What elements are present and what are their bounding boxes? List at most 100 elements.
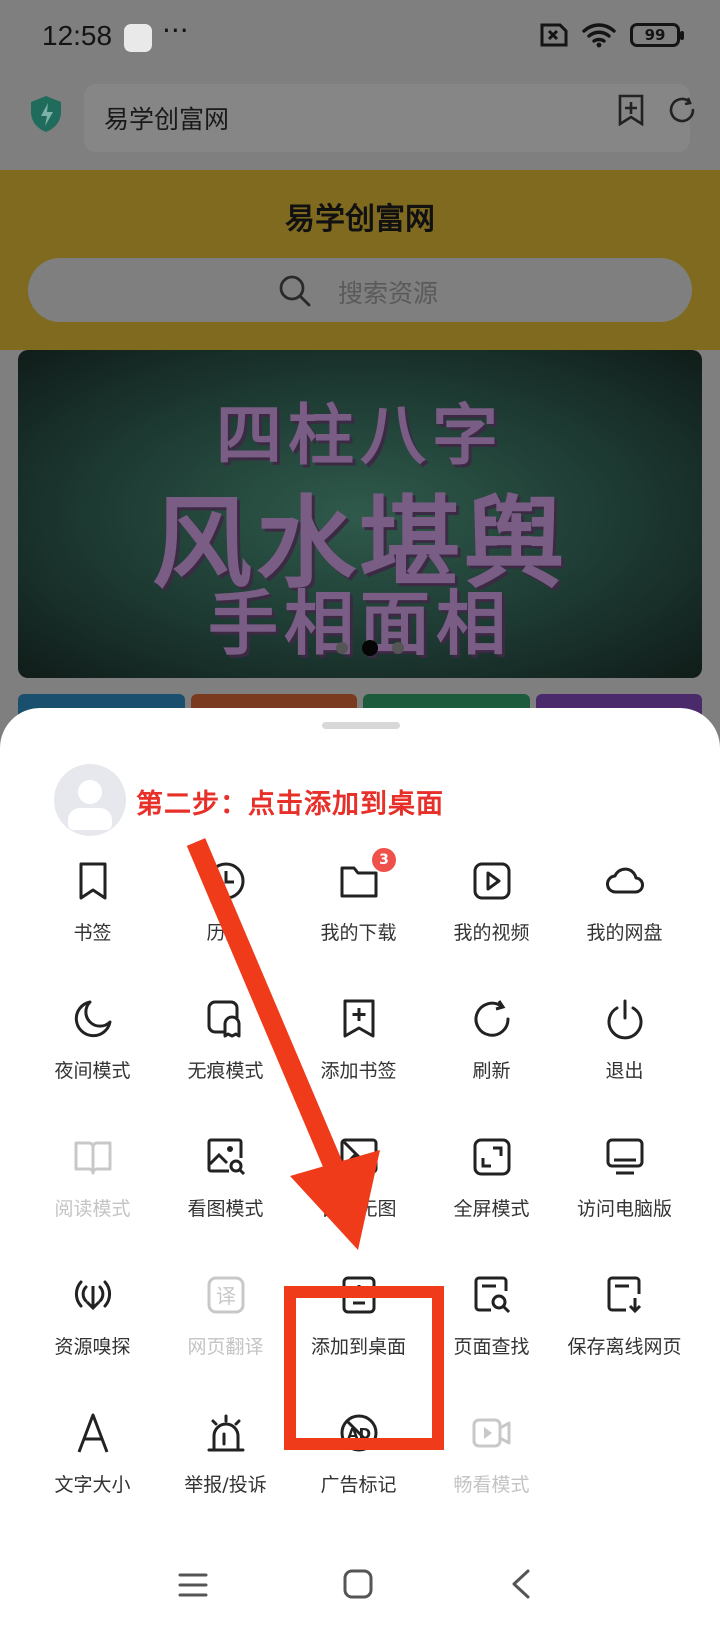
menu-item-my-videos[interactable]: 我的视频 xyxy=(425,856,558,966)
sheet-handle[interactable] xyxy=(322,722,400,729)
history-icon xyxy=(205,860,247,902)
menu-item-image-mode[interactable]: 看图模式 xyxy=(159,1132,292,1242)
cloud-icon xyxy=(604,860,646,902)
status-time: 12:58 xyxy=(42,20,113,51)
menu-item-exit[interactable]: 退出 xyxy=(558,994,691,1104)
menu-item-label: 资源嗅探 xyxy=(54,1336,131,1358)
bookmark-icon xyxy=(72,860,114,902)
status-bar: 12:58 ··· 99 xyxy=(0,0,720,78)
menu-item-label: 阅读模式 xyxy=(54,1198,131,1220)
battery-indicator: 99 xyxy=(630,23,684,47)
menu-item-night-mode[interactable]: 夜间模式 xyxy=(26,994,159,1104)
menu-item-save-offline[interactable]: 保存离线网页 xyxy=(558,1270,691,1380)
menu-item-label: 退出 xyxy=(605,1060,644,1082)
menu-item-label: 我的视频 xyxy=(453,922,530,944)
menu-item-label: 历史 xyxy=(206,922,245,944)
carousel-dot xyxy=(392,642,404,654)
back-icon[interactable] xyxy=(506,1568,538,1600)
download-count-badge: 3 xyxy=(372,848,396,872)
menu-item-cloud-drive[interactable]: 我的网盘 xyxy=(558,856,691,966)
menu-item-label: 刷新 xyxy=(472,1060,511,1082)
menu-item-bookmarks[interactable]: 书签 xyxy=(26,856,159,966)
refresh-icon[interactable] xyxy=(666,94,698,126)
menu-item-label: 文字大小 xyxy=(54,1474,131,1496)
carousel-dot-active xyxy=(362,640,378,656)
menu-item-no-image[interactable]: 智能无图 xyxy=(292,1132,425,1242)
menu-item-label: 书签 xyxy=(73,922,112,944)
bookmark-add-icon[interactable] xyxy=(616,94,646,126)
menu-item-desktop-version[interactable]: 访问电脑版 xyxy=(558,1132,691,1242)
menu-item-add-bookmark[interactable]: 添加书签 xyxy=(292,994,425,1104)
menu-item-downloads[interactable]: 3 我的下载 xyxy=(292,848,425,966)
instruction-text: 第二步：点击添加到桌面 xyxy=(136,789,444,820)
moon-icon xyxy=(72,998,114,1040)
menu-icon[interactable] xyxy=(178,1570,208,1600)
url-field[interactable]: 易学创富网 xyxy=(84,84,690,152)
system-nav-bar xyxy=(0,1548,720,1640)
translate-icon: 译 xyxy=(205,1274,247,1316)
banner-carousel[interactable]: 四柱八字 风水堪舆 手相面相 xyxy=(18,350,702,678)
app-notification-icon xyxy=(124,24,152,52)
menu-item-label: 全屏模式 xyxy=(453,1198,530,1220)
menu-item-label: 夜间模式 xyxy=(54,1060,131,1082)
menu-item-label: 页面查找 xyxy=(453,1336,530,1358)
site-header: 易学创富网 搜索资源 xyxy=(0,170,720,350)
annotation-highlight-box xyxy=(284,1286,444,1450)
menu-row: 阅读模式 看图模式 智能无图 全屏模式 访问电脑版 xyxy=(0,1132,720,1242)
menu-item-label: 无痕模式 xyxy=(187,1060,264,1082)
sniff-icon xyxy=(72,1274,114,1316)
smooth-video-icon xyxy=(471,1412,513,1454)
menu-item-label: 我的网盘 xyxy=(586,922,663,944)
menu-item-history[interactable]: 历史 xyxy=(159,856,292,966)
menu-item-incognito[interactable]: 无痕模式 xyxy=(159,994,292,1104)
menu-item-fullscreen[interactable]: 全屏模式 xyxy=(425,1132,558,1242)
carousel-dot xyxy=(336,642,348,654)
home-icon[interactable] xyxy=(342,1568,374,1600)
monitor-icon xyxy=(604,1136,646,1178)
menu-item-label: 广告标记 xyxy=(320,1474,397,1496)
menu-row: 夜间模式 无痕模式 添加书签 刷新 退出 xyxy=(0,994,720,1104)
video-icon xyxy=(471,860,513,902)
menu-item-label: 我的下载 xyxy=(320,922,397,944)
alarm-icon xyxy=(205,1412,247,1454)
menu-item-label: 访问电脑版 xyxy=(576,1198,672,1220)
avatar[interactable] xyxy=(54,764,126,836)
status-more: ··· xyxy=(162,14,189,47)
menu-item-reader-mode[interactable]: 阅读模式 xyxy=(26,1132,159,1242)
address-bar: 易学创富网 xyxy=(0,78,720,170)
site-title: 易学创富网 xyxy=(285,202,435,237)
power-icon xyxy=(604,998,646,1040)
book-icon xyxy=(72,1136,114,1178)
menu-item-refresh[interactable]: 刷新 xyxy=(425,994,558,1104)
menu-item-find-in-page[interactable]: 页面查找 xyxy=(425,1270,558,1380)
menu-item-resource-sniff[interactable]: 资源嗅探 xyxy=(26,1270,159,1380)
save-offline-icon xyxy=(604,1274,646,1316)
sim-off-icon xyxy=(540,23,568,47)
menu-item-label: 保存离线网页 xyxy=(567,1336,682,1358)
menu-item-label: 畅看模式 xyxy=(453,1474,530,1496)
menu-item-label: 看图模式 xyxy=(187,1198,264,1220)
bookmark-add-icon xyxy=(338,998,380,1040)
carousel-dots xyxy=(336,640,404,656)
search-placeholder: 搜索资源 xyxy=(338,279,439,308)
svg-text:译: 译 xyxy=(216,1284,236,1308)
fullscreen-icon xyxy=(471,1136,513,1178)
menu-item-label: 添加书签 xyxy=(320,1060,397,1082)
site-search-input[interactable]: 搜索资源 xyxy=(28,258,692,322)
menu-item-label: 智能无图 xyxy=(320,1198,397,1220)
refresh-icon xyxy=(471,998,513,1040)
no-image-icon xyxy=(338,1136,380,1178)
url-text: 易学创富网 xyxy=(104,105,230,134)
menu-item-label: 网页翻译 xyxy=(187,1336,264,1358)
shield-icon[interactable] xyxy=(28,94,64,134)
menu-row: 书签 历史 3 我的下载 我的视频 我的网盘 xyxy=(0,848,720,966)
font-size-icon xyxy=(72,1412,114,1454)
status-right: 99 xyxy=(538,22,684,48)
menu-item-translate[interactable]: 译 网页翻译 xyxy=(159,1270,292,1380)
image-search-icon xyxy=(205,1136,247,1178)
ghost-icon xyxy=(205,998,247,1040)
search-icon xyxy=(279,275,311,307)
wifi-icon xyxy=(582,23,616,48)
menu-item-label: 举报/投诉 xyxy=(184,1474,267,1496)
page-search-icon xyxy=(471,1274,513,1316)
